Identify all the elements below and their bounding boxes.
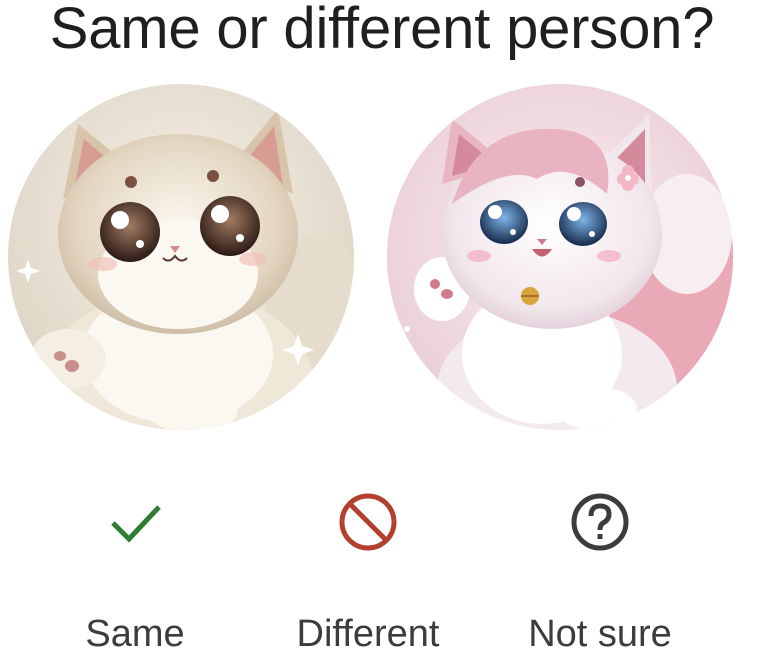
pink-kitten-portrait xyxy=(387,84,733,430)
question-title: Same or different person? xyxy=(49,0,715,61)
same-button[interactable]: Same xyxy=(25,470,245,653)
left-person-image xyxy=(8,84,354,430)
beige-kitten-portrait xyxy=(8,84,354,430)
verification-screen: Same or different person? Same Different… xyxy=(0,0,764,653)
check-icon xyxy=(103,490,167,554)
different-label: Different xyxy=(296,613,440,653)
different-button[interactable]: Different xyxy=(258,470,478,653)
not-sure-button[interactable]: Not sure xyxy=(490,470,710,653)
help-circle-icon xyxy=(568,490,632,554)
block-icon xyxy=(336,490,400,554)
right-person-image xyxy=(387,84,733,430)
same-label: Same xyxy=(85,613,185,653)
not-sure-label: Not sure xyxy=(528,613,672,653)
